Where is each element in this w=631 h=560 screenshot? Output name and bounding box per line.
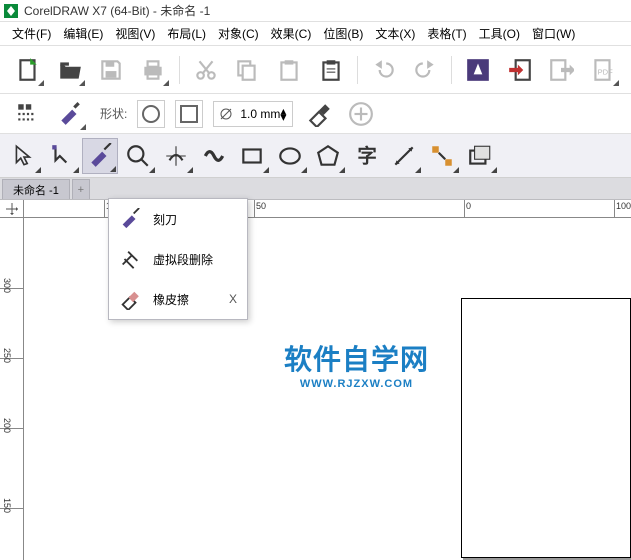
print-button[interactable] [137, 54, 169, 86]
knife-icon [119, 208, 141, 230]
menu-text[interactable]: 文本(X) [369, 23, 421, 44]
svg-text:PDF: PDF [598, 67, 614, 76]
flyout-knife-label: 刻刀 [153, 211, 237, 228]
ruler-vertical[interactable]: 300 250 200 150 [0, 218, 24, 560]
window-title: CorelDRAW X7 (64-Bit) - 未命名 -1 [24, 2, 210, 19]
menu-layout[interactable]: 布局(L) [161, 23, 212, 44]
cut-button[interactable] [190, 54, 222, 86]
shape-circle[interactable] [137, 100, 165, 128]
eraser-prop-button[interactable] [303, 98, 335, 130]
flyout-virtual-segment-delete[interactable]: 虚拟段删除 [109, 239, 247, 279]
flyout-eraser-shortcut: X [229, 292, 237, 306]
launch-button[interactable] [462, 54, 494, 86]
pick-tool[interactable] [6, 138, 42, 174]
copy-button[interactable] [232, 54, 264, 86]
zoom-tool[interactable] [120, 138, 156, 174]
menu-window[interactable]: 窗口(W) [526, 23, 581, 44]
undo-button[interactable] [368, 54, 400, 86]
paste-button[interactable] [273, 54, 305, 86]
menu-file[interactable]: 文件(F) [6, 23, 57, 44]
stroke-width-value: 1.0 mm [240, 107, 280, 121]
artistic-media-tool[interactable] [196, 138, 232, 174]
menu-bar: 文件(F) 编辑(E) 视图(V) 布局(L) 对象(C) 效果(C) 位图(B… [0, 22, 631, 46]
menu-effects[interactable]: 效果(C) [265, 23, 318, 44]
tab-add[interactable]: + [72, 179, 90, 199]
add-button[interactable] [345, 98, 377, 130]
preset-button[interactable] [12, 98, 44, 130]
menu-edit[interactable]: 编辑(E) [57, 23, 109, 44]
stroke-spinner[interactable]: ▴▾ [278, 108, 288, 120]
tab-doc1[interactable]: 未命名 -1 [2, 179, 70, 199]
publish-pdf-button[interactable]: PDF [587, 54, 619, 86]
menu-view[interactable]: 视图(V) [109, 23, 161, 44]
open-button[interactable] [54, 54, 86, 86]
save-button[interactable] [95, 54, 127, 86]
virtual-segment-icon [119, 248, 141, 270]
export-button[interactable] [546, 54, 578, 86]
polygon-tool[interactable] [310, 138, 346, 174]
standard-toolbar: PDF [0, 46, 631, 94]
stroke-width-control[interactable]: 1.0 mm ▴▾ [213, 101, 293, 127]
watermark-title: 软件自学网 [284, 338, 429, 378]
crop-tool[interactable] [82, 138, 118, 174]
flyout-knife[interactable]: 刻刀 [109, 199, 247, 239]
new-button[interactable] [12, 54, 44, 86]
freehand-tool[interactable] [158, 138, 194, 174]
watermark: 软件自学网 WWW.RJZXW.COM [284, 338, 429, 390]
clipboard-button[interactable] [315, 54, 347, 86]
shape-label: 形状: [100, 105, 127, 122]
separator [357, 56, 358, 84]
import-button[interactable] [504, 54, 536, 86]
crop-tool-flyout: 刻刀 虚拟段删除 橡皮擦 X [108, 198, 248, 320]
shape-square[interactable] [175, 100, 203, 128]
title-bar: CorelDRAW X7 (64-Bit) - 未命名 -1 [0, 0, 631, 22]
connector-tool[interactable] [424, 138, 460, 174]
ellipse-tool[interactable] [272, 138, 308, 174]
svg-text:字: 字 [357, 144, 377, 167]
shape-tool[interactable] [44, 138, 80, 174]
app-logo-icon [4, 4, 18, 18]
effects-tool[interactable] [462, 138, 498, 174]
menu-tools[interactable]: 工具(O) [473, 23, 526, 44]
redo-button[interactable] [409, 54, 441, 86]
text-tool[interactable]: 字 [348, 138, 384, 174]
workspace: 100 50 0 100 300 250 200 150 软件自学网 WWW.R… [0, 200, 631, 560]
eraser-icon [119, 288, 141, 310]
menu-object[interactable]: 对象(C) [212, 23, 265, 44]
separator [451, 56, 452, 84]
property-bar: 形状: 1.0 mm ▴▾ [0, 94, 631, 134]
brush-preset-button[interactable] [54, 98, 86, 130]
separator [179, 56, 180, 84]
dimension-tool[interactable] [386, 138, 422, 174]
toolbox: 字 [0, 134, 631, 178]
rectangle-tool[interactable] [234, 138, 270, 174]
menu-table[interactable]: 表格(T) [421, 23, 472, 44]
flyout-eraser[interactable]: 橡皮擦 X [109, 279, 247, 319]
flyout-eraser-label: 橡皮擦 [153, 291, 217, 308]
ruler-origin[interactable] [0, 200, 24, 218]
watermark-url: WWW.RJZXW.COM [284, 378, 429, 390]
flyout-vsd-label: 虚拟段删除 [153, 251, 237, 268]
menu-bitmap[interactable]: 位图(B) [317, 23, 369, 44]
page-boundary [461, 298, 631, 558]
document-tabs: 未命名 -1 + [0, 178, 631, 200]
